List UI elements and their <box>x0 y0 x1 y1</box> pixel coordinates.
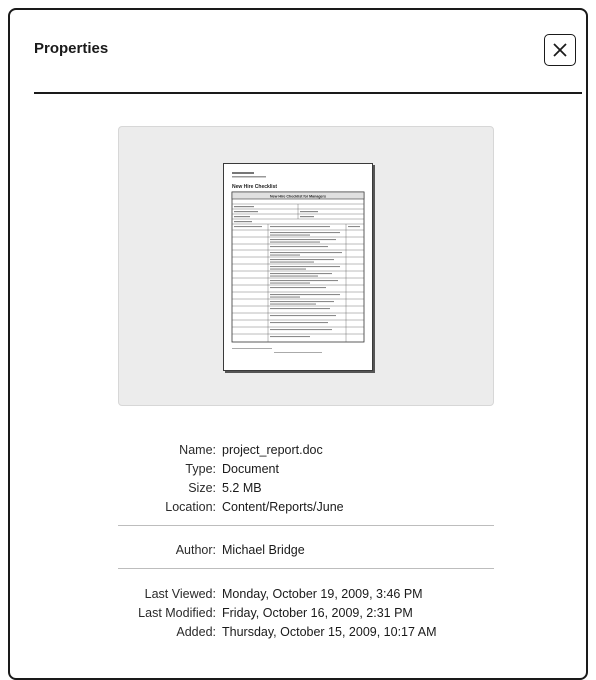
last-viewed-label: Last Viewed: <box>144 586 216 601</box>
dialog-title: Properties <box>34 40 109 57</box>
added-value: Thursday, October 15, 2009, 10:17 AM <box>222 624 437 639</box>
close-button[interactable] <box>544 34 576 66</box>
author-value: Michael Bridge <box>222 542 305 557</box>
type-label: Type: <box>185 461 216 476</box>
size-value: 5.2 MB <box>222 480 262 495</box>
document-thumbnail: New Hire Checklist New Hire Checklist fo… <box>223 163 373 371</box>
name-label: Name: <box>179 442 216 457</box>
size-label: Size: <box>188 480 216 495</box>
type-value: Document <box>222 461 279 476</box>
thumbnail-table-title: New Hire Checklist for Managers <box>270 195 326 199</box>
thumbnail-heading: New Hire Checklist <box>232 184 277 190</box>
property-row-type: Type: Document <box>118 459 494 478</box>
name-value: project_report.doc <box>222 442 323 457</box>
document-preview: New Hire Checklist New Hire Checklist fo… <box>118 126 494 406</box>
added-label: Added: <box>176 624 216 639</box>
property-row-location: Location: Content/Reports/June <box>118 497 494 516</box>
property-row-last-viewed: Last Viewed: Monday, October 19, 2009, 3… <box>118 584 494 603</box>
close-x-icon <box>553 43 567 57</box>
last-modified-label: Last Modified: <box>138 605 216 620</box>
property-row-last-modified: Last Modified: Friday, October 16, 2009,… <box>118 603 494 622</box>
author-label: Author: <box>175 542 216 557</box>
header-divider <box>34 92 582 94</box>
location-label: Location: <box>165 499 216 514</box>
last-modified-value: Friday, October 16, 2009, 2:31 PM <box>222 605 413 620</box>
last-viewed-value: Monday, October 19, 2009, 3:46 PM <box>222 586 423 601</box>
property-row-size: Size: 5.2 MB <box>118 478 494 497</box>
separator <box>118 525 494 526</box>
properties-dialog: Properties New Hire Checklist New Hire C… <box>8 8 588 680</box>
property-row-author: Author: Michael Bridge <box>118 540 494 559</box>
thumbnail-page-icon: New Hire Checklist New Hire Checklist fo… <box>231 172 365 353</box>
location-value: Content/Reports/June <box>222 499 344 514</box>
separator <box>118 568 494 569</box>
property-row-added: Added: Thursday, October 15, 2009, 10:17… <box>118 622 494 641</box>
property-row-name: Name: project_report.doc <box>118 440 494 459</box>
